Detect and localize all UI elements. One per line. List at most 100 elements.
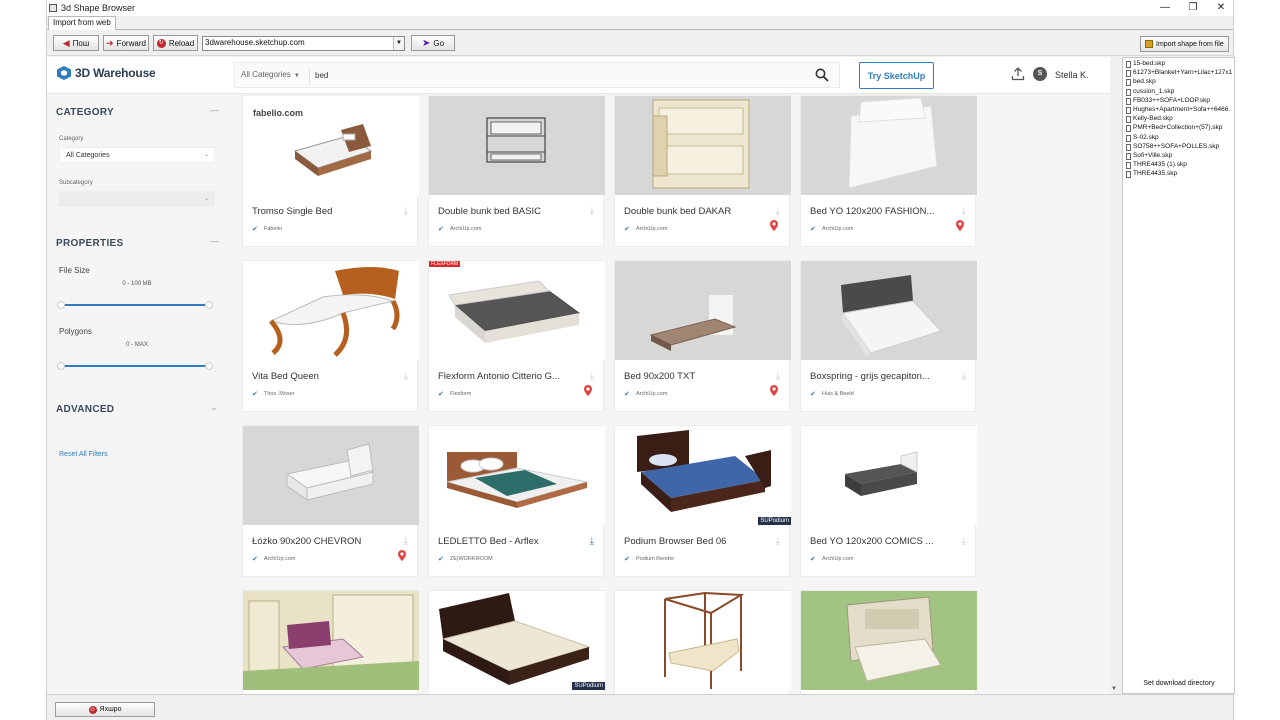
slider-max-handle[interactable]	[205, 362, 213, 370]
model-card[interactable]: SUPodium	[428, 590, 605, 694]
download-icon[interactable]: ⤓	[776, 536, 780, 547]
subcategory-select[interactable]: ⌄	[59, 191, 215, 207]
reset-filters-link[interactable]: Reset All Filters	[59, 451, 108, 458]
model-card[interactable]: Bed YO 120x200 FASHION... ⤓ ✔ ArchiUp.co…	[800, 95, 977, 247]
model-title[interactable]: Bed 90x200 TXT	[624, 371, 774, 382]
collapse-icon[interactable]: —	[210, 236, 219, 246]
exit-button[interactable]: ⏻ Яхшро	[55, 702, 155, 717]
set-download-directory-button[interactable]: Set download directory	[1124, 680, 1234, 692]
model-title[interactable]: Flexform Antonio Citterio G...	[438, 371, 588, 382]
model-author[interactable]: ArchiUp.com	[450, 226, 481, 232]
upload-icon[interactable]	[1011, 67, 1025, 81]
file-list-item[interactable]: Hughes+Apartment+Sofa++6466.	[1125, 106, 1232, 115]
polygons-slider[interactable]	[57, 362, 213, 370]
slider-min-handle[interactable]	[57, 362, 65, 370]
model-title[interactable]: Vita Bed Queen	[252, 371, 402, 382]
collapse-icon[interactable]: —	[210, 105, 219, 115]
location-pin-icon[interactable]	[770, 385, 778, 396]
model-thumbnail[interactable]	[615, 591, 791, 690]
location-pin-icon[interactable]	[398, 550, 406, 561]
chevron-down-icon[interactable]: ▼	[393, 37, 404, 50]
model-thumbnail[interactable]	[429, 426, 605, 525]
user-name[interactable]: Stella K.	[1055, 70, 1089, 80]
scroll-down-icon[interactable]: ▼	[1111, 686, 1117, 692]
browser-scrollbar[interactable]: ▼	[1110, 57, 1119, 694]
file-list-item[interactable]: THRE4435.skp	[1125, 170, 1232, 179]
download-icon[interactable]: ⤓	[404, 371, 408, 382]
model-thumbnail[interactable]: SUPodium	[615, 426, 791, 525]
model-card[interactable]	[242, 590, 419, 694]
model-title[interactable]: Łóżko 90x200 CHEVRON	[252, 536, 402, 547]
search-input[interactable]: bed	[315, 71, 328, 80]
model-title[interactable]: Bed YO 120x200 COMICS ...	[810, 536, 960, 547]
model-author[interactable]: Thos. Moser	[264, 391, 295, 397]
model-card[interactable]: Bed 90x200 TXT ⤓ ✔ ArchiUp.com	[614, 260, 791, 412]
model-thumbnail[interactable]: fabelio.com	[243, 96, 419, 195]
model-thumbnail[interactable]	[615, 96, 791, 195]
model-author[interactable]: Flexform	[450, 391, 471, 397]
model-title[interactable]: LEDLETTO Bed - Arflex	[438, 536, 588, 547]
model-card[interactable]: Bed YO 120x200 COMICS ... ⤓ ✔ ArchiUp.co…	[800, 425, 977, 577]
location-pin-icon[interactable]	[770, 220, 778, 231]
model-author[interactable]: ArchiUp.com	[636, 226, 667, 232]
model-card[interactable]: FLEXFORM Flexform Antonio Citterio G... …	[428, 260, 605, 412]
model-author[interactable]: Podium Render	[636, 556, 674, 562]
file-list-item[interactable]: 15-bed.skp	[1125, 60, 1232, 69]
model-thumbnail[interactable]: SUPodium	[429, 591, 605, 690]
download-icon[interactable]: ⤓	[590, 206, 594, 217]
model-thumbnail[interactable]	[243, 261, 419, 360]
model-title[interactable]: Double bunk bed DAKAR	[624, 206, 774, 217]
model-card[interactable]: Łóżko 90x200 CHEVRON ⤓ ✔ ArchiUp.com	[242, 425, 419, 577]
file-list-item[interactable]: FB033++SOFA+LOOP.skp	[1125, 97, 1232, 106]
model-author[interactable]: ArchiUp.com	[822, 226, 853, 232]
import-shape-button[interactable]: Import shape from file	[1140, 36, 1229, 52]
model-thumbnail[interactable]	[801, 261, 977, 360]
back-button[interactable]: ◀ Пош	[53, 35, 99, 51]
model-author[interactable]: ArchiUp.com	[822, 556, 853, 562]
download-icon[interactable]: ⤓	[776, 371, 780, 382]
download-icon[interactable]: ⤓	[962, 536, 966, 547]
location-pin-icon[interactable]	[584, 385, 592, 396]
model-thumbnail[interactable]	[615, 261, 791, 360]
minimize-icon[interactable]: —	[1151, 1, 1179, 15]
model-author[interactable]: Fabelio	[264, 226, 282, 232]
file-list-item[interactable]: THRE4435 (1).skp	[1125, 161, 1232, 170]
download-icon[interactable]: ⤓	[590, 371, 594, 382]
download-icon[interactable]: ⤓	[404, 206, 408, 217]
file-list-item[interactable]: Sofi+Ville.skp	[1125, 152, 1232, 161]
search-icon[interactable]	[815, 68, 829, 82]
file-list-item[interactable]: Kelly-Bed.skp	[1125, 115, 1232, 124]
go-button[interactable]: ➤ Go	[411, 35, 455, 51]
close-icon[interactable]: ✕	[1207, 1, 1235, 15]
slider-max-handle[interactable]	[205, 301, 213, 309]
try-sketchup-button[interactable]: Try SketchUp	[859, 62, 934, 89]
model-author[interactable]: Huis & Beeld	[822, 391, 854, 397]
model-card[interactable]: Vita Bed Queen ⤓ ✔ Thos. Moser	[242, 260, 419, 412]
model-thumbnail[interactable]	[243, 591, 419, 690]
tab-import-from-web[interactable]: Import from web	[48, 16, 116, 31]
download-icon[interactable]: ⤓	[776, 206, 780, 217]
slider-min-handle[interactable]	[57, 301, 65, 309]
model-title[interactable]: Tromso Single Bed	[252, 206, 402, 217]
model-card[interactable]: fabelio.com Tromso Single Bed ⤓ ✔ Fabeli…	[242, 95, 419, 247]
download-icon[interactable]: ⤓	[404, 536, 408, 547]
model-card[interactable]: Boxspring - grijs gecapiton... ⤓ ✔ Huis …	[800, 260, 977, 412]
chevron-down-icon[interactable]: ⌄	[210, 402, 218, 413]
location-pin-icon[interactable]	[956, 220, 964, 231]
model-card[interactable]: Double bunk bed DAKAR ⤓ ✔ ArchiUp.com	[614, 95, 791, 247]
file-list-item[interactable]: PMR+Bed+Collection+(57).skp	[1125, 124, 1232, 133]
model-card[interactable]: LEDLETTO Bed - Arflex ⤓ ✔ ZE|WORKROOM	[428, 425, 605, 577]
file-list-item[interactable]: 61273+Blanket+Yarn+Lilac+127x1	[1125, 69, 1232, 78]
model-thumbnail[interactable]	[243, 426, 419, 525]
download-icon[interactable]: ⤓	[962, 206, 966, 217]
model-author[interactable]: ZE|WORKROOM	[450, 556, 493, 562]
model-card[interactable]	[614, 590, 791, 694]
file-list-item[interactable]: cussion_1.skp	[1125, 88, 1232, 97]
model-title[interactable]: Podium Browser Bed 06	[624, 536, 774, 547]
download-icon[interactable]: ⤓	[962, 371, 966, 382]
model-title[interactable]: Bed YO 120x200 FASHION...	[810, 206, 960, 217]
model-thumbnail[interactable]: FLEXFORM	[429, 261, 605, 360]
model-author[interactable]: ArchiUp.com	[636, 391, 667, 397]
model-card[interactable]: Double bunk bed BASIC ⤓ ✔ ArchiUp.com	[428, 95, 605, 247]
model-thumbnail[interactable]	[801, 591, 977, 690]
